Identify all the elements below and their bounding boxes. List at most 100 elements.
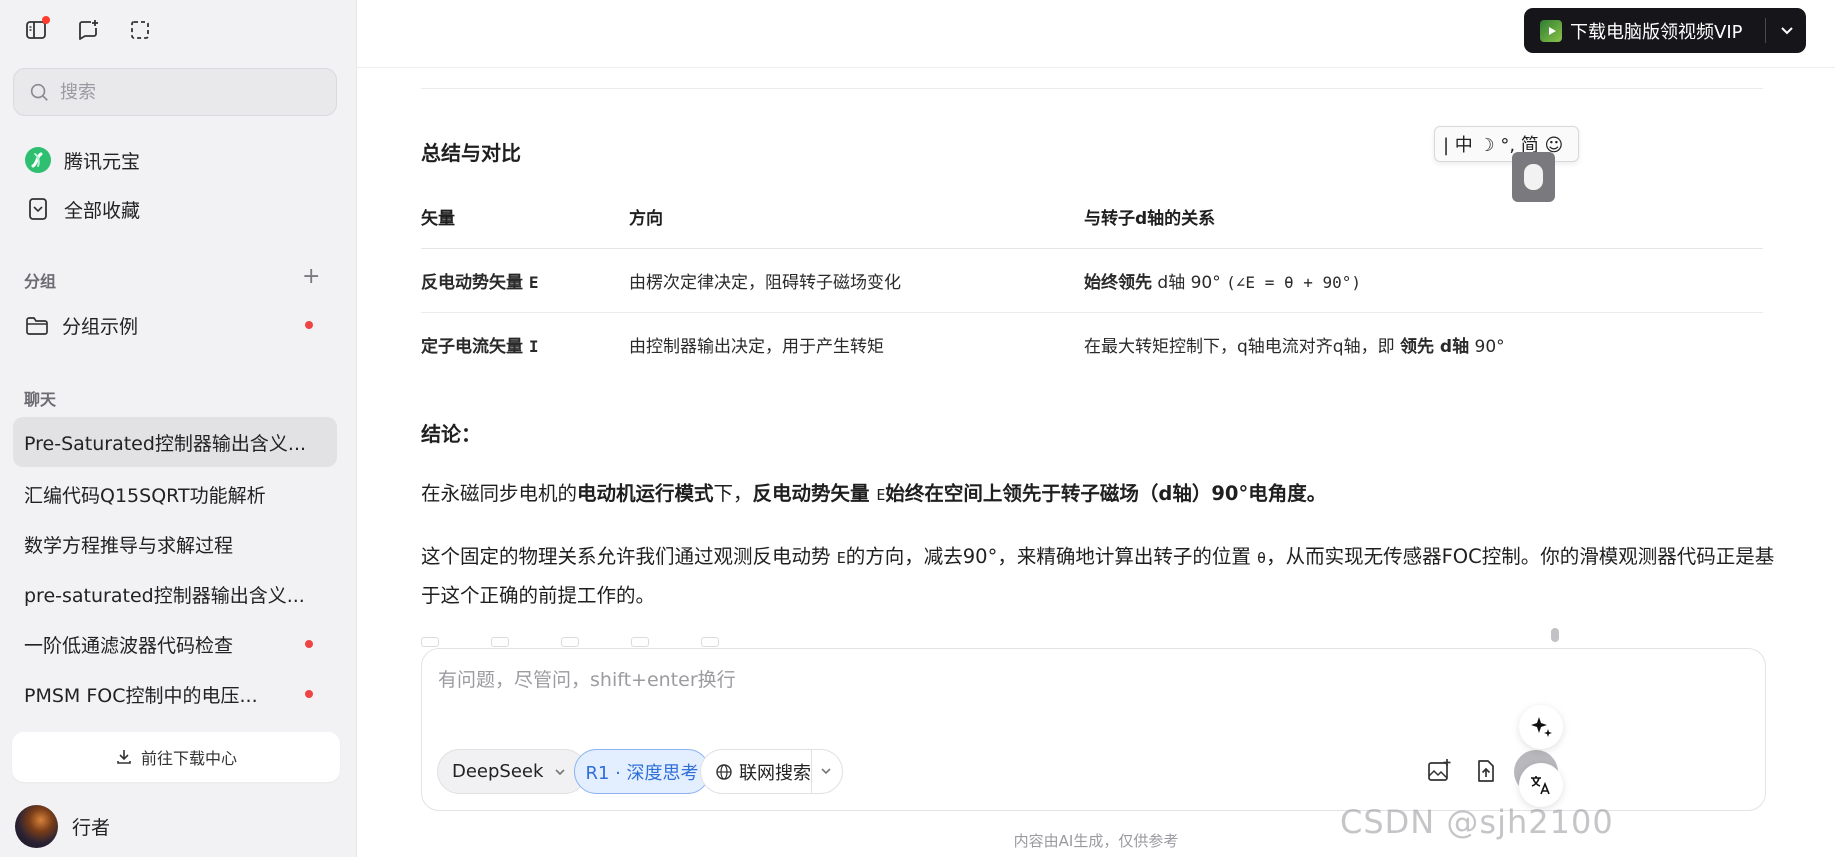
deep-think-label: R1 · 深度思考 — [585, 762, 699, 784]
chat-item-active[interactable]: Pre-Saturated控制器输出含义... — [13, 417, 337, 467]
scrollbar-thumb[interactable] — [1551, 628, 1559, 642]
comparison-table: 矢量 方向 与转子d轴的关系 反电动势矢量 E 由楞次定律决定，阻碍转子磁场变化… — [421, 185, 1763, 376]
vector-symbol: I — [528, 336, 539, 356]
search-input[interactable] — [60, 81, 300, 103]
text: 在最大转矩控制下，q轴电流对齐q轴，即 — [1084, 336, 1395, 357]
vector-symbol: E — [528, 272, 539, 292]
column-header: 矢量 — [421, 185, 629, 249]
section-title: 总结与对比 — [421, 141, 521, 165]
divider — [1765, 18, 1766, 43]
sparkle-icon — [1531, 717, 1552, 737]
vector-name: 定子电流矢量 — [421, 336, 523, 357]
chat-item[interactable]: pre-saturated控制器输出含义... — [13, 569, 337, 619]
share-icon[interactable] — [491, 637, 509, 647]
group-item-label: 分组示例 — [62, 316, 139, 338]
notification-dot — [42, 16, 50, 24]
bold-text: 始终领先 — [1084, 272, 1152, 293]
text: d轴 — [1152, 272, 1186, 293]
web-search-label: 联网搜索 — [739, 762, 811, 784]
table-cell: 反电动势矢量 E — [421, 248, 629, 313]
text: 下， — [713, 482, 753, 505]
vip-label: 下载电脑版领视频VIP — [1570, 21, 1743, 43]
unread-dot — [305, 640, 313, 648]
sidebar-top-icons — [24, 16, 152, 42]
screenshot-icon[interactable] — [128, 18, 152, 42]
conclusion-title: 结论： — [421, 422, 481, 446]
unread-dot — [305, 690, 313, 698]
web-search-main[interactable]: 联网搜索 — [701, 759, 811, 785]
table-cell: 由控制器输出决定，用于产生转矩 — [629, 336, 884, 357]
copy-icon[interactable] — [421, 637, 439, 647]
divider — [421, 88, 1763, 89]
top-bar: 下载电脑版领视频VIP — [357, 0, 1835, 68]
composer: DeepSeek R1 · 深度思考 联网搜索 — [421, 648, 1766, 811]
bold-text: 电动机运行模式 — [577, 482, 714, 505]
main-panel: 下载电脑版领视频VIP 总结与对比 矢量 方向 与转子d轴的关系 反电动势矢量 … — [357, 0, 1835, 857]
download-icon — [117, 750, 131, 764]
chevron-down-icon[interactable] — [818, 763, 834, 779]
text: 90° — [1469, 336, 1505, 357]
table-cell: 定子电流矢量 I — [421, 312, 629, 376]
nav-label: 全部收藏 — [64, 199, 141, 222]
yuanbao-logo-icon — [25, 147, 51, 173]
deep-think-toggle[interactable]: R1 · 深度思考 — [574, 749, 710, 794]
conclusion-paragraph: 在永磁同步电机的电动机运行模式下，反电动势矢量 E始终在空间上领先于转子磁场（d… — [421, 478, 1781, 511]
file-upload-icon[interactable] — [1472, 757, 1500, 785]
table-row: 定子电流矢量 I 由控制器输出决定，用于产生转矩 在最大转矩控制下，q轴电流对齐… — [421, 312, 1763, 376]
text: 这个固定的物理关系允许我们通过观测反电动势 — [421, 545, 831, 568]
chat-item[interactable]: 一阶低通滤波器代码检查 — [13, 619, 337, 669]
model-label: DeepSeek — [452, 761, 544, 782]
table-cell: 在最大转矩控制下，q轴电流对齐q轴，即 领先 d轴 90° — [1084, 312, 1763, 376]
chat-section-title: 聊天 — [24, 390, 57, 409]
text: 在永磁同步电机的 — [421, 482, 578, 505]
text: 的方向，减去90°，来精确地计算出转子的位置 — [845, 545, 1251, 568]
bold-text: 反电动势矢量 — [752, 482, 877, 505]
model-selector[interactable]: DeepSeek — [437, 749, 587, 794]
like-icon[interactable] — [561, 637, 579, 647]
search-box[interactable] — [13, 68, 337, 116]
text: 90° — [1185, 272, 1221, 293]
divider — [811, 750, 812, 793]
folder-icon — [26, 316, 48, 335]
table-header-row: 矢量 方向 与转子d轴的关系 — [421, 185, 1763, 249]
globe-icon — [716, 763, 732, 780]
image-upload-icon[interactable] — [1425, 757, 1453, 785]
group-item[interactable]: 分组示例 — [24, 312, 138, 339]
table-row: 反电动势矢量 E 由楞次定律决定，阻碍转子磁场变化 始终领先 d轴 90° (∠… — [421, 248, 1763, 313]
translate-button[interactable] — [1519, 763, 1563, 807]
inline-code: E — [836, 549, 846, 567]
explanation-paragraph: 这个固定的物理关系允许我们通过观测反电动势 E的方向，减去90°，来精确地计算出… — [421, 538, 1781, 615]
ai-sparkle-button[interactable] — [1519, 705, 1563, 749]
download-center-button[interactable]: 前往下载中心 — [12, 732, 340, 782]
table-cell: 由楞次定律决定，阻碍转子磁场变化 — [629, 248, 1084, 313]
chat-item[interactable]: 汇编代码Q15SQRT功能解析 — [13, 469, 337, 519]
vector-name: 反电动势矢量 — [421, 272, 523, 293]
download-center-label: 前往下载中心 — [140, 749, 237, 768]
web-search-toggle[interactable]: 联网搜索 — [700, 749, 843, 794]
chevron-down-icon[interactable] — [1777, 20, 1797, 40]
chevron-down-icon — [555, 768, 566, 775]
nav-favorites[interactable]: 全部收藏 — [24, 195, 140, 223]
download-vip-button[interactable]: 下载电脑版领视频VIP — [1524, 8, 1806, 53]
bookmark-icon — [29, 198, 47, 220]
chat-item[interactable]: PMSM FOC控制中的电压... — [13, 669, 337, 719]
nav-yuanbao[interactable]: 腾讯元宝 — [24, 146, 140, 174]
translate-icon — [1531, 776, 1550, 795]
chat-item[interactable]: 数学方程推导与求解过程 — [13, 519, 337, 569]
new-chat-icon[interactable] — [76, 18, 100, 42]
mouse-indicator — [1512, 152, 1555, 202]
user-profile[interactable]: 行者 — [15, 805, 110, 848]
add-group-button[interactable]: + — [302, 266, 320, 288]
column-header: 方向 — [629, 185, 1084, 249]
nav-label: 腾讯元宝 — [64, 150, 141, 173]
text: 。 — [1306, 482, 1327, 505]
inline-code: (∠E = θ + 90°) — [1226, 272, 1362, 292]
watermark: CSDN @sjh2100 — [1340, 803, 1614, 841]
column-header: 与转子d轴的关系 — [1084, 185, 1763, 249]
toggle-sidebar-icon[interactable] — [24, 16, 50, 42]
unread-dot — [305, 321, 313, 329]
ime-toolbar[interactable]: | 中 ☽ °, 简 ☺ — [1434, 126, 1579, 162]
user-name: 行者 — [72, 817, 111, 839]
dislike-icon[interactable] — [631, 637, 649, 647]
refresh-icon[interactable] — [701, 637, 719, 647]
